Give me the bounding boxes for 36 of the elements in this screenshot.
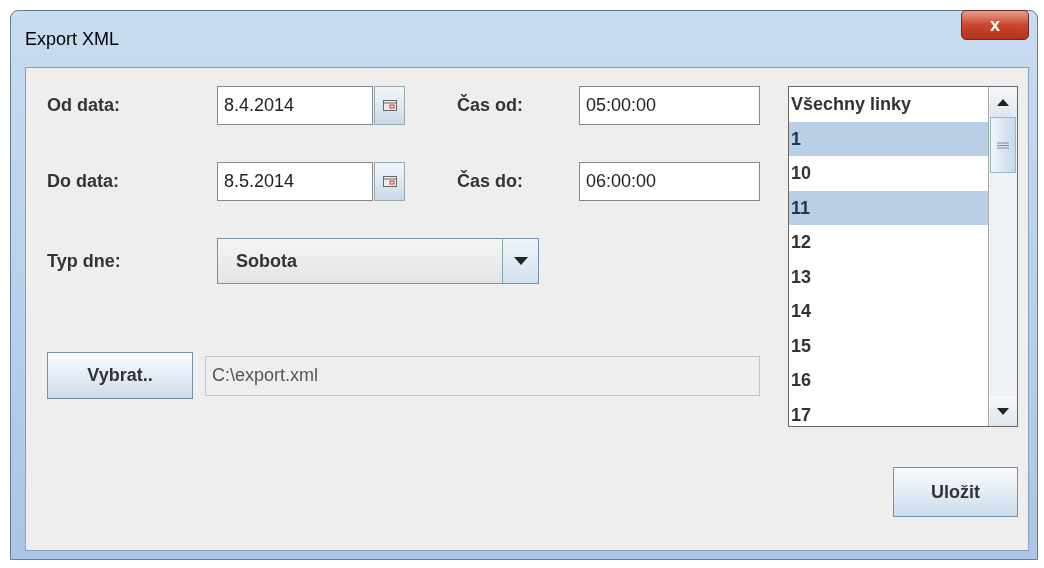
save-button[interactable]: Uložit <box>893 467 1018 517</box>
time-field[interactable]: 06:00:00 <box>579 162 760 201</box>
list-item[interactable]: 10 <box>789 156 988 191</box>
scroll-down-button[interactable] <box>989 396 1017 426</box>
calendar-button[interactable] <box>374 162 405 201</box>
list-item[interactable]: 1 <box>789 121 988 156</box>
calendar-button[interactable] <box>374 86 405 125</box>
file-path-field: C:\export.xml <box>205 355 760 396</box>
close-button[interactable]: x <box>961 10 1029 40</box>
field-label: Typ dne: <box>47 249 122 273</box>
scroll-up-button[interactable] <box>989 87 1017 117</box>
field-label: Do data: <box>47 170 120 193</box>
browse-button[interactable]: Vybrat.. <box>47 352 193 399</box>
caret-icon <box>513 257 528 265</box>
date-field[interactable]: 8.4.2014 <box>217 86 373 125</box>
list-item[interactable]: 15 <box>789 328 988 363</box>
field-label: Čas od: <box>457 93 524 117</box>
list-item[interactable]: 12 <box>789 225 988 260</box>
window-title: Export XML <box>25 27 120 51</box>
scroll-thumb[interactable] <box>990 117 1016 173</box>
grip-icon <box>997 141 1009 149</box>
day-type-dropdown[interactable]: Sobota <box>217 238 539 284</box>
list-item[interactable]: Všechny linky <box>789 87 988 122</box>
calendar-icon <box>382 100 397 111</box>
field-label: Čas do: <box>457 169 524 193</box>
field-label: Od data: <box>47 94 121 117</box>
list-item[interactable]: 13 <box>789 259 988 294</box>
list-item[interactable]: 17 <box>789 397 988 426</box>
down-arrow-icon <box>997 407 1009 415</box>
list-item[interactable]: 14 <box>789 294 988 329</box>
time-field[interactable]: 05:00:00 <box>579 86 760 125</box>
calendar-icon <box>382 176 397 187</box>
date-field[interactable]: 8.5.2014 <box>217 162 373 201</box>
list-item[interactable]: 11 <box>789 190 988 225</box>
up-arrow-icon <box>997 98 1009 106</box>
list-item[interactable]: 16 <box>789 363 988 398</box>
